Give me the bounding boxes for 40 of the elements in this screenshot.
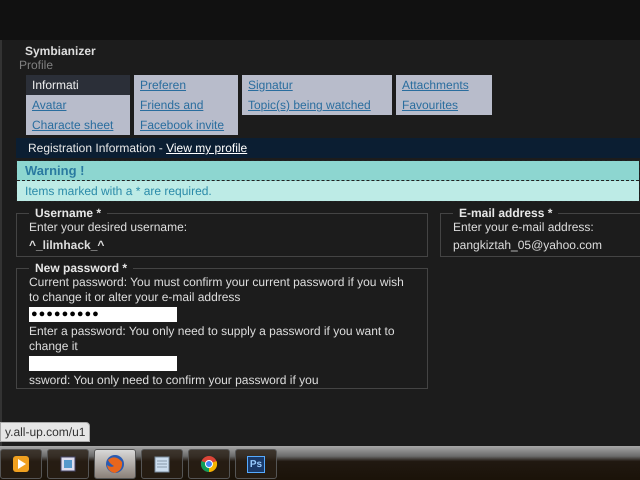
taskbar-button[interactable] [188, 449, 230, 479]
profile-tab[interactable]: Preferen [134, 75, 238, 95]
username-value: ^_lilmhack_^ [29, 238, 106, 252]
warning-title: Warning ! [17, 161, 639, 181]
profile-tab[interactable]: Avatar [26, 95, 130, 115]
new-password-field[interactable] [29, 356, 177, 371]
profile-tab[interactable]: Facebook invite [134, 115, 238, 135]
warning-message: Items marked with a * are required. [17, 181, 639, 201]
app-icon: Ps [246, 456, 266, 472]
chrome-icon [200, 455, 218, 473]
notepad-icon [154, 455, 170, 473]
current-password-field[interactable]: ●●●●●●●●● [29, 307, 177, 322]
taskbar-button[interactable]: Ps [235, 449, 277, 479]
profile-tab[interactable]: Characte sheet [26, 115, 130, 135]
panel-legend: E-mail address * [453, 206, 558, 220]
globe-fox-icon [105, 454, 125, 474]
play-icon [12, 455, 30, 473]
field-hint: Enter a password: You only need to supply a password if you want to change it [29, 324, 396, 354]
field-hint: ssword: You only need to confirm your password if you [29, 373, 320, 388]
panel-legend: New password * [29, 261, 134, 275]
page-title: Profile [18, 58, 54, 72]
profile-tab[interactable]: Attachments [396, 75, 492, 95]
taskbar-button[interactable] [47, 449, 89, 479]
taskbar-button[interactable] [0, 449, 42, 479]
panel-legend: Username * [29, 206, 108, 220]
profile-tab[interactable]: Friends and [134, 95, 238, 115]
profile-tab[interactable]: Topic(s) being watched [242, 95, 392, 115]
status-url-tooltip: y.all-up.com/u1 [0, 422, 90, 442]
view-profile-link[interactable]: View my profile [166, 141, 248, 155]
field-hint: Enter your e-mail address: [453, 220, 595, 235]
window-icon [60, 456, 76, 472]
section-title: Registration Information - [28, 141, 164, 155]
profile-tab[interactable]: Signatur [242, 75, 392, 95]
profile-tab[interactable]: Informati [26, 75, 130, 95]
field-hint: Enter your desired username: [29, 220, 188, 235]
field-hint: Current password: You must confirm your current password if you wish to change it or alter your e-mail address [29, 275, 405, 305]
site-title: Symbianizer [24, 44, 97, 58]
email-value: pangkiztah_05@yahoo.com [453, 238, 603, 252]
profile-tab[interactable]: Favourites [396, 95, 492, 115]
taskbar-button[interactable] [141, 449, 183, 479]
